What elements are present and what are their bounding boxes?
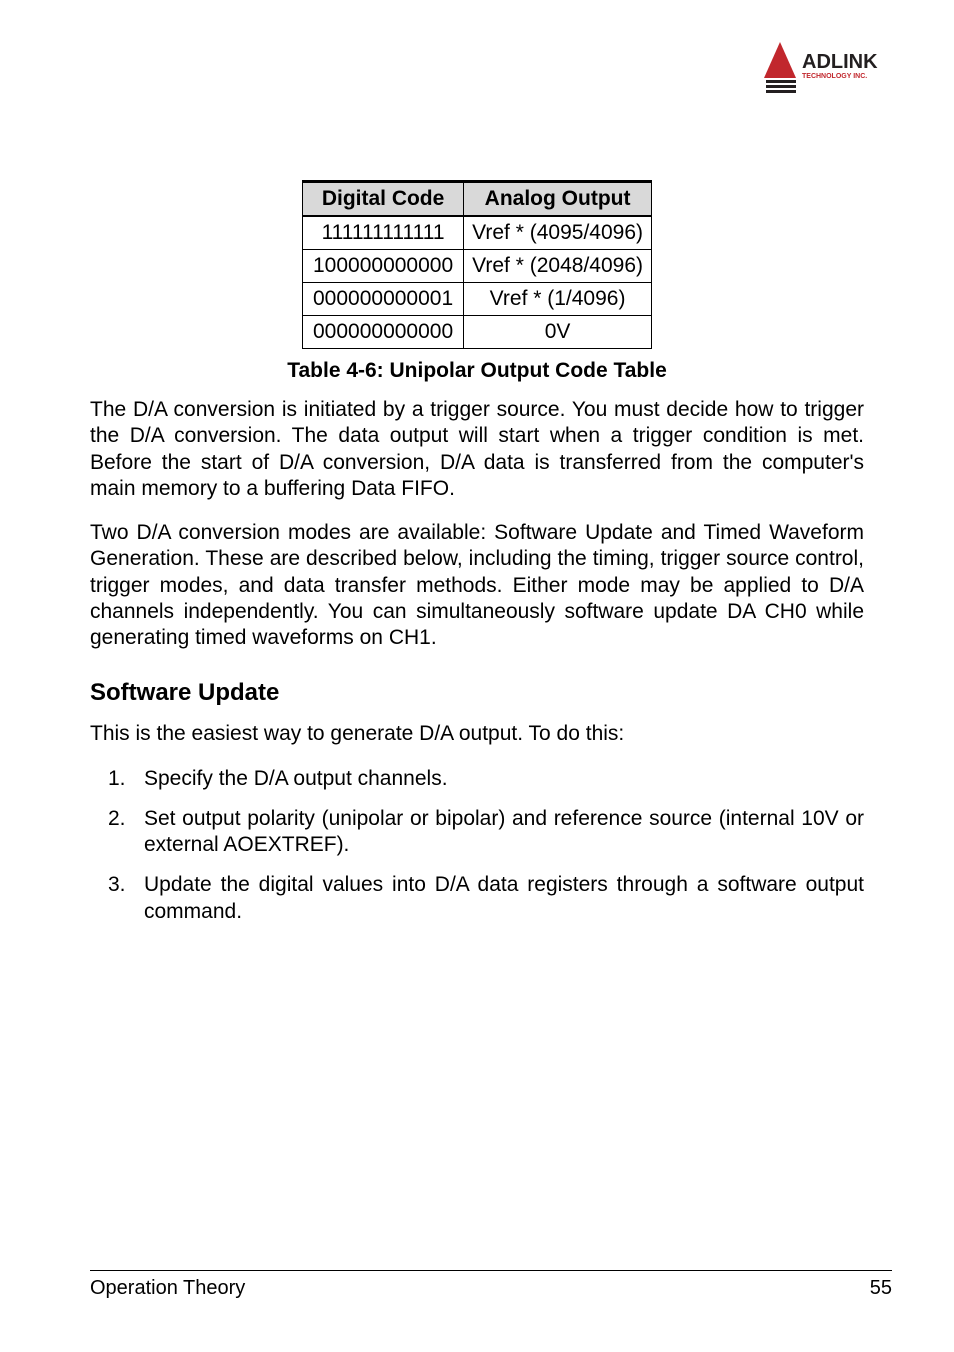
page-footer: Operation Theory 55: [90, 1270, 892, 1300]
table-row: 100000000000 Vref * (2048/4096): [303, 250, 652, 283]
table-cell: Vref * (4095/4096): [464, 216, 652, 250]
list-item-text: Update the digital values into D/A data …: [144, 873, 864, 922]
table-row: 000000000001 Vref * (1/4096): [303, 283, 652, 316]
brand-logo: ADLINK TECHNOLOGY INC.: [762, 40, 892, 102]
table-header-analog-output: Analog Output: [464, 182, 652, 217]
list-item: 2.Set output polarity (unipolar or bipol…: [144, 806, 864, 859]
table-cell: 000000000000: [303, 316, 464, 349]
logo-text-bottom: TECHNOLOGY INC.: [802, 73, 867, 80]
footer-section-title: Operation Theory: [90, 1277, 245, 1300]
table-cell: Vref * (1/4096): [464, 283, 652, 316]
heading-software-update: Software Update: [90, 679, 864, 707]
table-header-digital-code: Digital Code: [303, 182, 464, 217]
table-cell: Vref * (2048/4096): [464, 250, 652, 283]
paragraph-software-update-intro: This is the easiest way to generate D/A …: [90, 721, 864, 747]
paragraph-da-conversion-trigger: The D/A conversion is initiated by a tri…: [90, 397, 864, 502]
list-item-text: Set output polarity (unipolar or bipolar…: [144, 807, 864, 856]
list-item: 3.Update the digital values into D/A dat…: [144, 872, 864, 925]
table-caption: Table 4-6: Unipolar Output Code Table: [90, 359, 864, 383]
table-cell: 0V: [464, 316, 652, 349]
table-row: 000000000000 0V: [303, 316, 652, 349]
paragraph-da-conversion-modes: Two D/A conversion modes are available: …: [90, 520, 864, 651]
table-cell: 100000000000: [303, 250, 464, 283]
list-item-text: Specify the D/A output channels.: [144, 767, 448, 790]
unipolar-output-code-table: Digital Code Analog Output 111111111111 …: [302, 180, 652, 349]
steps-list: 1.Specify the D/A output channels. 2.Set…: [90, 766, 864, 925]
table-row: 111111111111 Vref * (4095/4096): [303, 216, 652, 250]
logo-text-top: ADLINK: [802, 51, 878, 73]
table-cell: 111111111111: [303, 216, 464, 250]
footer-page-number: 55: [870, 1277, 892, 1300]
list-item: 1.Specify the D/A output channels.: [144, 766, 864, 792]
table-cell: 000000000001: [303, 283, 464, 316]
